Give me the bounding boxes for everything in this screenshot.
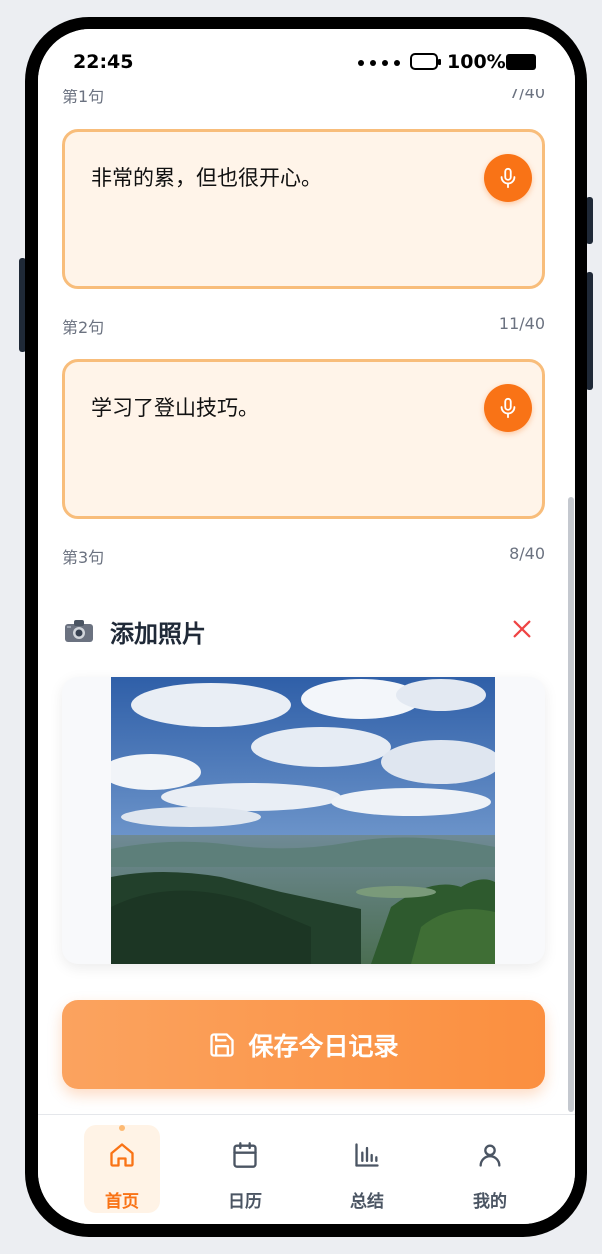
entry-input-2[interactable]: 非常的累，但也很开心。 (62, 129, 545, 289)
signal-dots-icon (358, 60, 400, 66)
entry-caption: 第3句 (62, 548, 105, 567)
tab-calendar[interactable]: 日历 (207, 1125, 283, 1213)
entry-text[interactable]: 学习了登山技巧。 (91, 392, 259, 422)
volume-up-button (586, 197, 593, 244)
microphone-icon (500, 167, 516, 189)
tab-label: 日历 (228, 1192, 262, 1212)
voice-input-button[interactable] (484, 154, 532, 202)
microphone-icon (500, 397, 516, 419)
entry-char-count: 11/40 (498, 314, 545, 333)
tab-label: 总结 (350, 1192, 384, 1212)
entry-input-3[interactable]: 学习了登山技巧。 (62, 359, 545, 519)
tab-label: 首页 (105, 1192, 139, 1212)
entry-3-caption-row: 第3句 8/40 (62, 544, 545, 568)
save-button-label: 保存今日记录 (248, 1031, 399, 1061)
tab-label: 我的 (473, 1192, 507, 1212)
chart-icon (355, 1143, 379, 1167)
photo-section-header: 添加照片 (62, 611, 545, 651)
entry-2-caption-row: 第2句 11/40 (62, 314, 545, 338)
entry-text[interactable]: 非常的累，但也很开心。 (91, 162, 322, 192)
tab-home[interactable]: 首页 (84, 1125, 160, 1213)
tab-profile[interactable]: 我的 (452, 1125, 528, 1213)
volume-down-button (586, 272, 593, 390)
battery-percent: 100% (447, 51, 506, 73)
remove-photo-icon[interactable] (511, 618, 533, 640)
status-time: 22:45 (73, 51, 134, 73)
scroll-content[interactable]: 第1句 7/40 非常的累，但也很开心。 第2句 11/40 学习了登山技巧。 (38, 29, 575, 1114)
scrollbar[interactable] (568, 497, 574, 1112)
home-icon (110, 1143, 134, 1167)
save-today-record-button[interactable]: 保存今日记录 (62, 1000, 545, 1089)
calendar-icon (233, 1142, 257, 1168)
tab-summary[interactable]: 总结 (329, 1125, 405, 1213)
status-bar: 22:45 100% (38, 29, 575, 89)
app-screen: 第1句 7/40 非常的累，但也很开心。 第2句 11/40 学习了登山技巧。 (38, 29, 575, 1224)
entry-caption: 第2句 (62, 318, 105, 337)
mountain-landscape-photo (111, 677, 495, 964)
camera-icon (65, 620, 93, 642)
save-icon (210, 1032, 235, 1057)
bottom-tab-bar: 首页 日历 总结 我的 (38, 1114, 575, 1224)
voice-input-button[interactable] (484, 384, 532, 432)
photo-preview-card[interactable] (62, 677, 545, 964)
user-icon (479, 1144, 501, 1167)
active-tab-indicator (119, 1125, 125, 1131)
battery-outline-icon (410, 53, 441, 70)
photo-section-title: 添加照片 (110, 620, 206, 648)
entry-char-count: 8/40 (509, 544, 545, 563)
battery-icon (506, 54, 536, 70)
